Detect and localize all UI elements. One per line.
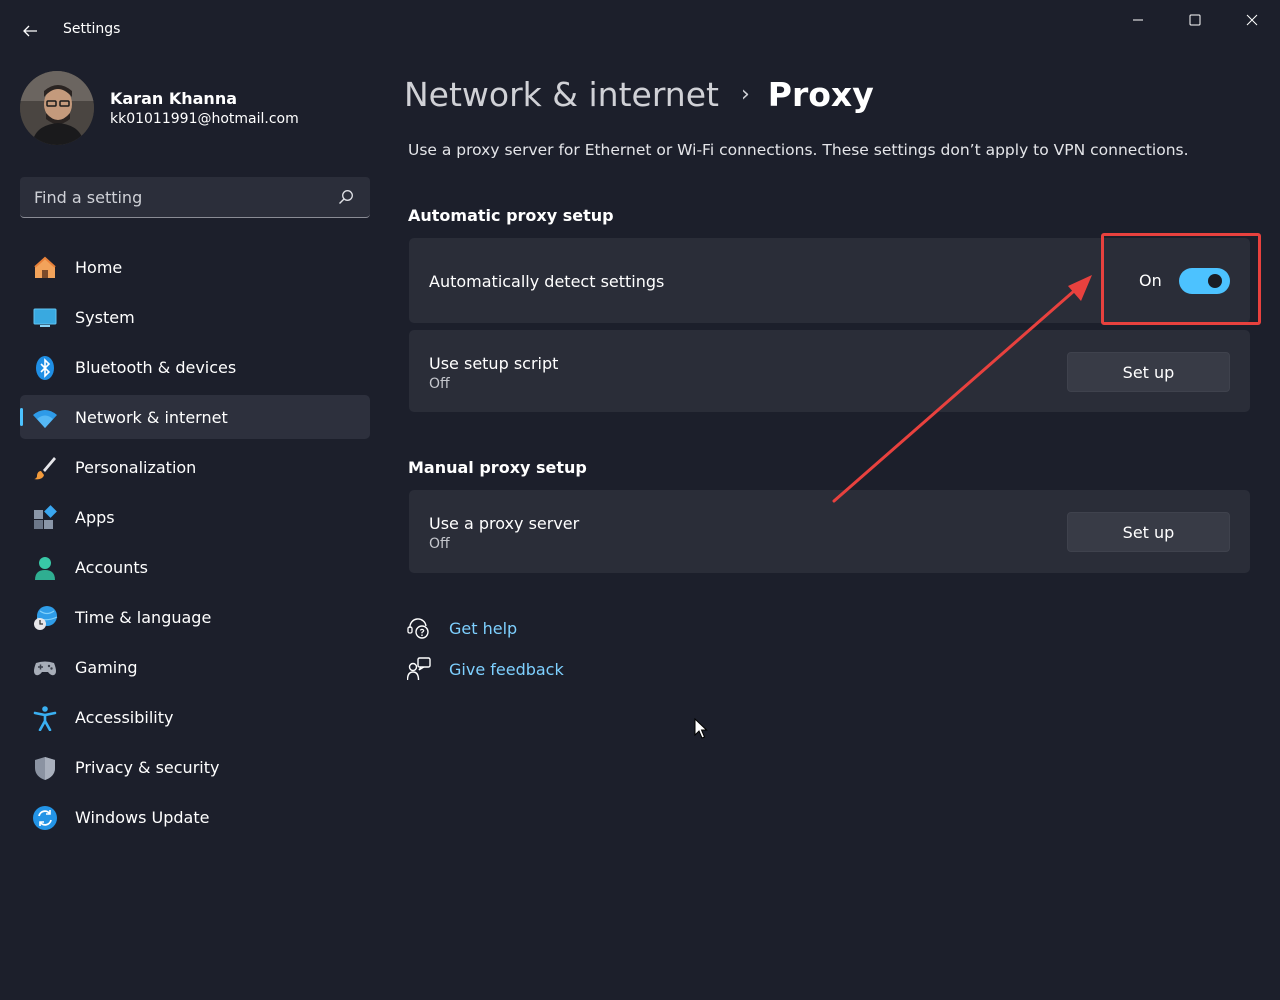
maximize-button[interactable] (1166, 0, 1223, 40)
sidebar-item-network[interactable]: Network & internet (20, 395, 370, 439)
avatar (20, 71, 94, 145)
setup-script-label: Use setup script (429, 354, 559, 373)
user-profile[interactable]: Karan Khanna kk01011991@hotmail.com (20, 71, 370, 145)
sidebar-item-accounts[interactable]: Accounts (20, 545, 370, 589)
give-feedback-label: Give feedback (449, 659, 564, 679)
bluetooth-icon (32, 355, 58, 381)
apps-icon (32, 505, 58, 531)
sidebar-nav: Home System Bluetooth & devices Network … (20, 245, 370, 845)
user-name: Karan Khanna (110, 89, 238, 108)
user-email: kk01011991@hotmail.com (110, 111, 299, 127)
search-box (20, 177, 370, 218)
sidebar-item-label: Network & internet (75, 408, 228, 427)
sidebar-item-label: Windows Update (75, 808, 210, 827)
sidebar-item-label: System (75, 308, 135, 327)
sidebar-item-label: Bluetooth & devices (75, 358, 237, 377)
breadcrumb-separator: › (740, 81, 750, 107)
get-help-link[interactable]: Get help (407, 615, 517, 641)
setup-script-status: Off (429, 376, 450, 392)
app-title: Settings (63, 21, 121, 37)
section-title-automatic: Automatic proxy setup (408, 206, 614, 225)
mouse-cursor-icon (694, 718, 708, 739)
annotation-highlight-box (1101, 233, 1261, 325)
search-icon[interactable] (338, 189, 354, 205)
setup-script-button[interactable]: Set up (1067, 352, 1230, 392)
sidebar-item-personalization[interactable]: Personalization (20, 445, 370, 489)
auto-detect-label: Automatically detect settings (429, 272, 665, 291)
system-display-icon (32, 305, 58, 331)
accessibility-icon (32, 705, 58, 731)
sidebar-item-label: Personalization (75, 458, 197, 477)
breadcrumb-parent[interactable]: Network & internet (404, 75, 719, 114)
title-bar: Settings (0, 0, 1280, 60)
minimize-button[interactable] (1109, 0, 1166, 40)
page-description: Use a proxy server for Ethernet or Wi-Fi… (408, 141, 1189, 159)
shield-icon (32, 755, 58, 781)
sidebar-item-label: Accessibility (75, 708, 174, 727)
setup-script-card: Use setup script Off Set up (409, 330, 1250, 412)
sidebar-item-apps[interactable]: Apps (20, 495, 370, 539)
proxy-server-setup-button[interactable]: Set up (1067, 512, 1230, 552)
close-button[interactable] (1223, 0, 1280, 40)
get-help-label: Get help (449, 618, 518, 638)
sidebar-item-system[interactable]: System (20, 295, 370, 339)
sidebar-item-label: Apps (75, 508, 115, 527)
proxy-server-status: Off (429, 536, 450, 552)
active-indicator (20, 408, 23, 426)
sidebar-item-gaming[interactable]: Gaming (20, 645, 370, 689)
sidebar-item-label: Gaming (75, 658, 138, 677)
sidebar-item-label: Privacy & security (75, 758, 220, 777)
give-feedback-link[interactable]: Give feedback (407, 656, 564, 682)
update-icon (32, 805, 58, 831)
back-arrow-icon (23, 25, 37, 37)
sidebar-item-home[interactable]: Home (20, 245, 370, 289)
globe-clock-icon (32, 605, 58, 631)
sidebar-item-accessibility[interactable]: Accessibility (20, 695, 370, 739)
proxy-server-card: Use a proxy server Off Set up (409, 490, 1250, 573)
sidebar-item-time-language[interactable]: Time & language (20, 595, 370, 639)
sidebar-item-label: Time & language (75, 608, 212, 627)
breadcrumb: Network & internet › Proxy (404, 72, 874, 116)
proxy-server-label: Use a proxy server (429, 514, 580, 533)
sidebar-item-privacy-security[interactable]: Privacy & security (20, 745, 370, 789)
back-button[interactable] (14, 16, 46, 46)
sidebar-item-bluetooth[interactable]: Bluetooth & devices (20, 345, 370, 389)
close-icon (1246, 14, 1257, 26)
person-icon (32, 555, 58, 581)
page-title: Proxy (767, 74, 874, 114)
sidebar-item-windows-update[interactable]: Windows Update (20, 795, 370, 839)
gamepad-icon (32, 655, 58, 681)
maximize-icon (1189, 14, 1200, 26)
sidebar-item-label: Home (75, 258, 123, 277)
wifi-icon (32, 405, 58, 431)
sidebar-item-label: Accounts (75, 558, 148, 577)
search-input[interactable] (20, 177, 330, 217)
paintbrush-icon (32, 455, 58, 481)
minimize-icon (1132, 19, 1143, 21)
home-icon (32, 255, 58, 281)
section-title-manual: Manual proxy setup (408, 458, 587, 477)
feedback-icon (407, 657, 431, 681)
help-icon (407, 616, 431, 640)
